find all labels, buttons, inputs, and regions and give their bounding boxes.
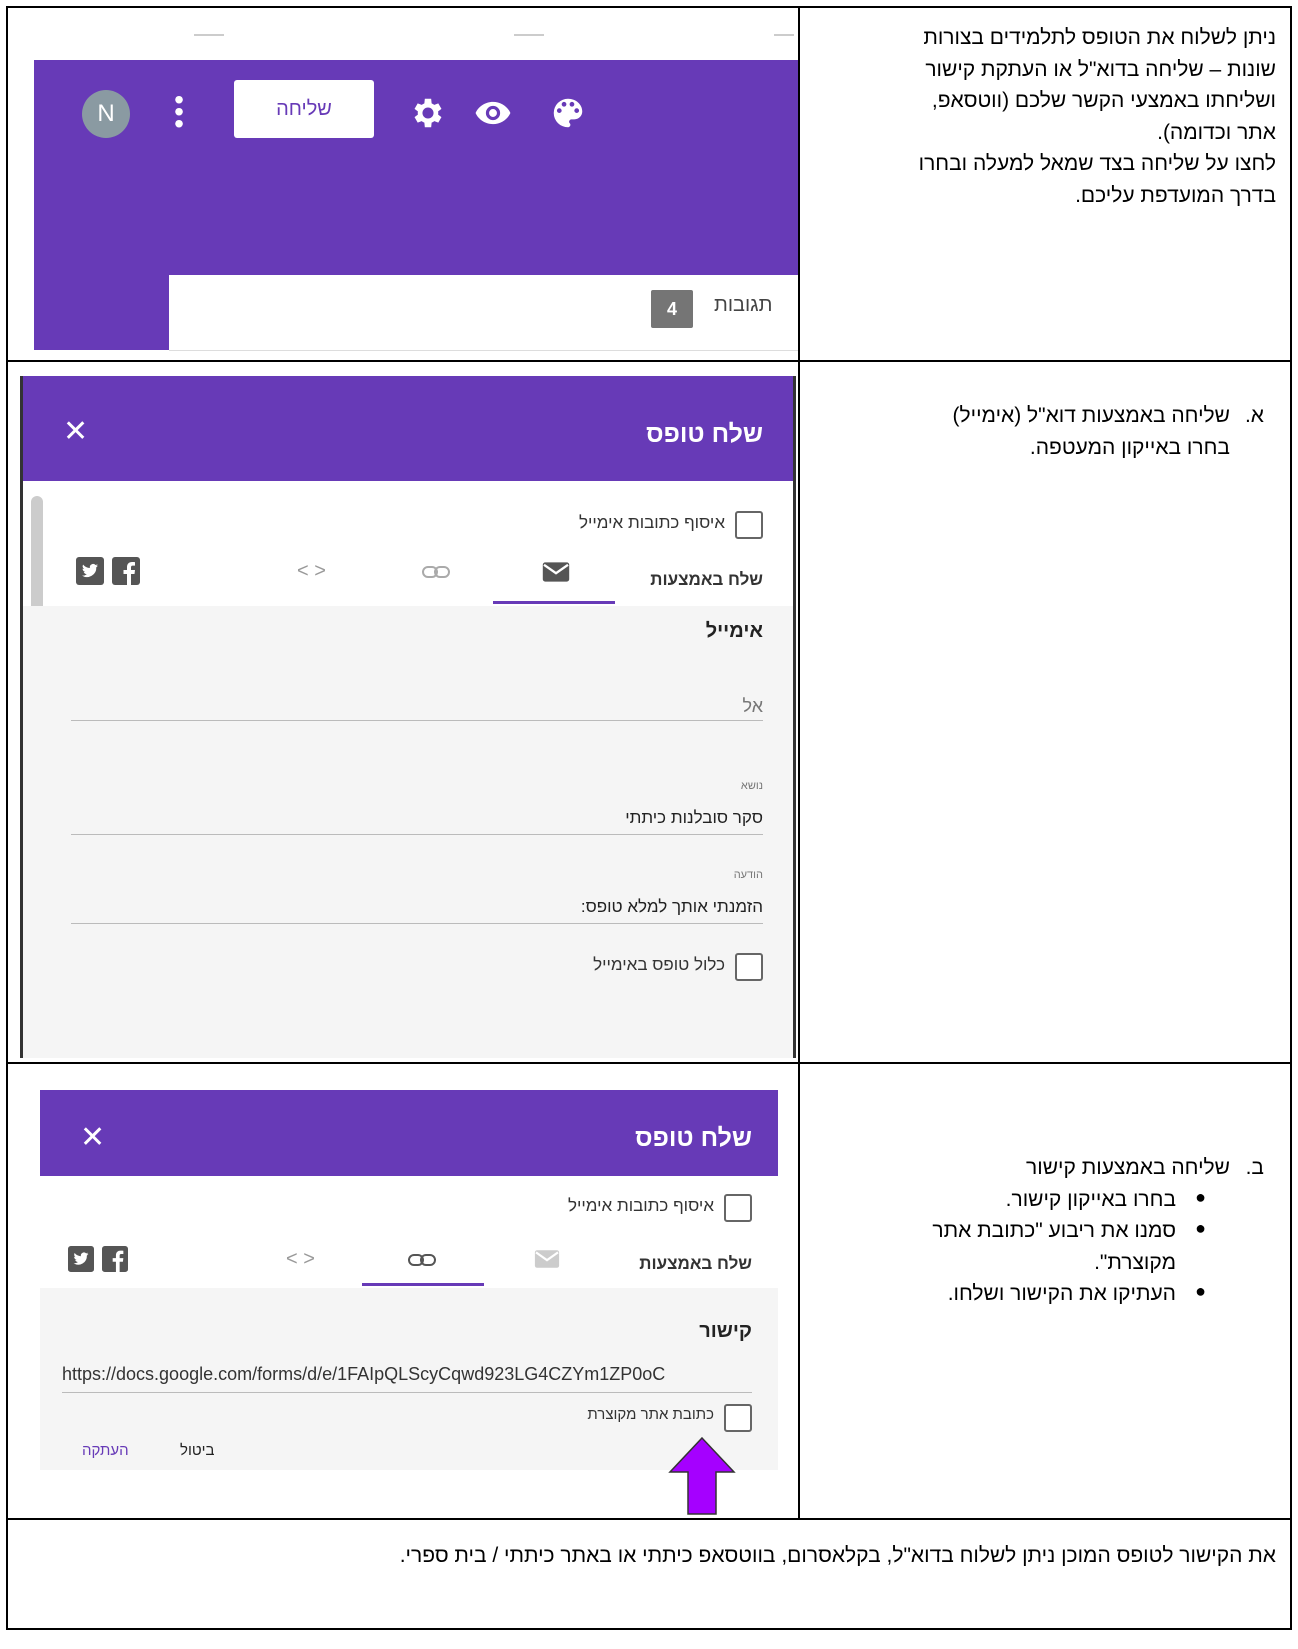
send-button[interactable]: שליחה	[234, 80, 374, 138]
link-icon[interactable]	[407, 1250, 437, 1270]
bullet-item-continuation: מקוצרת".	[1094, 1250, 1176, 1274]
intro-line-1: ניתן לשלוח את הטופס לתלמידים בצורות	[923, 26, 1276, 49]
cancel-button[interactable]: ביטול	[180, 1442, 215, 1459]
dialog-header: שלח טופס ✕	[40, 1090, 778, 1176]
to-label: אל	[742, 696, 763, 716]
dialog-title: שלח טופס	[646, 420, 763, 448]
gear-icon[interactable]	[409, 94, 447, 132]
item-link: ב. שליחה באמצעות קישור	[814, 1152, 1276, 1184]
close-icon[interactable]: ✕	[80, 1120, 105, 1155]
cell-link-text: ב. שליחה באמצעות קישור ● בחרו באייקון קישו…	[798, 1062, 1292, 1520]
palette-icon[interactable]	[549, 94, 587, 132]
cell-screenshot-header: N • • • שליחה 4 תגובות	[6, 6, 800, 362]
link-section-title: קישור	[699, 1320, 752, 1342]
send-form-dialog-email: שלח טופס ✕ איסוף כתובות אימייל שלח באמצע…	[20, 376, 796, 1058]
message-input[interactable]: הזמנתי אותך למלא טופס:	[581, 897, 763, 917]
intro-line-2: שונות – שליחה בדוא"ל או העתקת קישור	[925, 57, 1276, 81]
eye-icon[interactable]	[474, 94, 512, 132]
item-email-subtext: בחרו באייקון המעטפה.	[1029, 435, 1230, 459]
email-section-title: אימייל	[705, 620, 763, 642]
forms-header-screenshot: N • • • שליחה 4 תגובות	[34, 20, 797, 351]
twitter-icon[interactable]	[68, 1246, 94, 1272]
tab-strip	[34, 20, 797, 60]
collect-emails-label: איסוף כתובות אימייל	[567, 1196, 714, 1215]
include-form-checkbox[interactable]	[735, 953, 763, 981]
forms-header-bar	[34, 60, 797, 275]
dialog-header: שלח טופס ✕	[23, 376, 793, 481]
summary-text: את הקישור לטופס המוכן ניתן לשלוח בדוא"ל,…	[399, 1544, 1276, 1567]
responses-count-badge: 4	[651, 290, 693, 328]
send-via-label: שלח באמצעות	[650, 570, 763, 589]
bullet-item: ● בחרו באייקון קישור.	[1005, 1186, 1206, 1211]
to-input[interactable]	[71, 720, 763, 721]
item-email: א. שליחה באמצעות דוא"ל (אימייל)	[814, 400, 1276, 432]
active-tab-underline	[493, 601, 615, 604]
envelope-icon[interactable]	[541, 560, 571, 584]
shorten-url-checkbox[interactable]	[724, 1404, 752, 1432]
intro-line-4: אתר וכדומה).	[1157, 120, 1276, 144]
active-tab-underline	[362, 1283, 484, 1286]
send-via-label: שלח באמצעות	[639, 1254, 752, 1273]
item-email-text: שליחה באמצעות דוא"ל (אימייל)	[952, 404, 1230, 427]
avatar[interactable]: N	[82, 90, 130, 138]
bullet-item: ● סמנו את ריבוע "כתובת אתר	[932, 1218, 1206, 1242]
intro-line-5: לחצו על שליחה בצד שמאל למעלה ובחרו	[918, 152, 1276, 175]
embed-icon[interactable]: < >	[286, 1248, 315, 1271]
bullet-item: ● העתיקו את הקישור ושלחו.	[947, 1281, 1206, 1305]
instruction-table: N • • • שליחה 4 תגובות ניתן לשלוח את הטופס…	[6, 6, 1292, 1630]
subject-input[interactable]: סקר סובלנות כיתתי	[625, 808, 763, 828]
message-label: הודעה	[733, 869, 763, 881]
shorten-url-label: כתובת אתר מקוצרת	[587, 1406, 714, 1423]
item-email-sub: בחרו באייקון המעטפה.	[814, 432, 1276, 464]
send-form-dialog-link: שלח טופס ✕ איסוף כתובות אימייל שלח באמצע…	[40, 1090, 778, 1470]
link-icon[interactable]	[421, 562, 451, 582]
item-link-text: שליחה באמצעות קישור	[1026, 1156, 1230, 1179]
twitter-icon[interactable]	[76, 557, 104, 585]
envelope-icon[interactable]	[532, 1248, 562, 1270]
cell-summary: את הקישור לטופס המוכן ניתן לשלוח בדוא"ל,…	[6, 1518, 1292, 1630]
intro-line-3: ושליחתו באמצעי הקשר שלכם (ווטסאפ,	[931, 89, 1276, 112]
table-row-link: שלח טופס ✕ איסוף כתובות אימייל שלח באמצע…	[6, 1062, 1292, 1520]
table-row-email: שלח טופס ✕ איסוף כתובות אימייל שלח באמצע…	[6, 360, 1292, 1064]
item-marker: א.	[1244, 404, 1264, 427]
collect-emails-checkbox[interactable]	[724, 1194, 752, 1222]
intro-line-6: בדרך המועדפת עליכם.	[1075, 183, 1276, 207]
link-input[interactable]: https://docs.google.com/forms/d/e/1FAIpQ…	[62, 1364, 665, 1385]
close-icon[interactable]: ✕	[63, 414, 88, 449]
table-row-summary: את הקישור לטופס המוכן ניתן לשלוח בדוא"ל,…	[6, 1518, 1292, 1630]
collect-emails-checkbox[interactable]	[735, 511, 763, 539]
cell-screenshot-email-dialog: שלח טופס ✕ איסוף כתובות אימייל שלח באמצע…	[6, 360, 800, 1064]
cell-screenshot-link-dialog: שלח טופס ✕ איסוף כתובות אימייל שלח באמצע…	[6, 1062, 800, 1520]
item-marker: ב.	[1245, 1156, 1264, 1179]
embed-icon[interactable]: < >	[297, 560, 326, 583]
dialog-title: שלח טופס	[635, 1124, 752, 1152]
collect-emails-label: איסוף כתובות אימייל	[578, 513, 725, 532]
table-row-send: N • • • שליחה 4 תגובות ניתן לשלוח את הטופס…	[6, 6, 1292, 362]
responses-tab-bar	[169, 275, 797, 351]
copy-button[interactable]: העתקה	[82, 1442, 129, 1459]
more-vert-icon[interactable]: • • •	[174, 86, 184, 138]
subject-label: נושא	[740, 780, 763, 792]
cell-email-text: א. שליחה באמצעות דוא"ל (אימייל) בחרו באיי…	[798, 360, 1292, 1064]
facebook-icon[interactable]	[102, 1246, 128, 1272]
cell-intro-text: ניתן לשלוח את הטופס לתלמידים בצורות שונו…	[798, 6, 1292, 362]
include-form-label: כלול טופס באימייל	[593, 955, 725, 974]
document-page: N • • • שליחה 4 תגובות ניתן לשלוח את הטופס…	[6, 6, 1298, 1649]
arrow-up-icon	[668, 1436, 736, 1515]
responses-tab[interactable]: תגובות	[714, 294, 772, 317]
facebook-icon[interactable]	[112, 557, 140, 585]
email-form-area	[23, 606, 793, 1058]
